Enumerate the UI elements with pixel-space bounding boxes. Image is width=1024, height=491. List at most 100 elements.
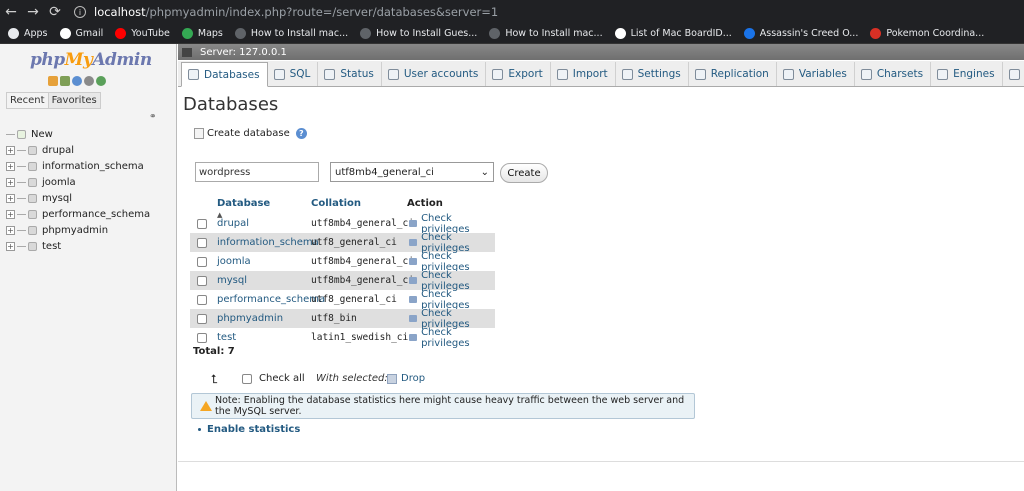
- bookmark-item[interactable]: How to Install Gues...: [360, 28, 477, 39]
- phpmyadmin-logo[interactable]: phpMyAdmin: [30, 50, 152, 70]
- tab-databases[interactable]: Databases: [181, 62, 268, 87]
- sql-query-icon[interactable]: [60, 76, 70, 86]
- tab-label: SQL: [289, 68, 311, 80]
- docs-icon[interactable]: [72, 76, 82, 86]
- tree-item-database[interactable]: + joomla: [6, 174, 171, 190]
- tab-import[interactable]: Import: [551, 62, 616, 86]
- expand-icon[interactable]: +: [6, 225, 15, 235]
- tab-engines[interactable]: Engines: [931, 62, 1003, 86]
- tree-item-new[interactable]: New: [6, 126, 171, 142]
- bookmark-label: List of Mac BoardID...: [630, 28, 732, 39]
- drop-button[interactable]: Drop: [387, 373, 425, 384]
- tree-item-label[interactable]: information_schema: [42, 161, 144, 172]
- database-name-link[interactable]: joomla: [217, 256, 251, 267]
- tab-favorites[interactable]: Favorites: [48, 92, 101, 109]
- back-arrow-icon[interactable]: ←: [0, 0, 22, 24]
- tab-status[interactable]: Status: [318, 62, 382, 86]
- tree-item-database[interactable]: + performance_schema: [6, 206, 171, 222]
- tree-item-database[interactable]: + test: [6, 238, 171, 254]
- check-all[interactable]: Check all: [242, 373, 305, 384]
- tree-item-database[interactable]: + information_schema: [6, 158, 171, 174]
- row-checkbox[interactable]: [197, 275, 207, 286]
- row-checkbox[interactable]: [197, 294, 207, 305]
- collation-cell: utf8mb4_general_ci: [311, 218, 414, 229]
- bookmark-item[interactable]: Pokemon Coordina...: [870, 28, 984, 39]
- settings-gear-icon[interactable]: [84, 76, 94, 86]
- row-checkbox[interactable]: [197, 237, 207, 248]
- page-title: Databases: [183, 94, 279, 115]
- collation-select[interactable]: utf8mb4_general_ci ⌄: [330, 162, 494, 182]
- expand-icon[interactable]: +: [6, 193, 15, 203]
- tab-user-accounts[interactable]: User accounts: [382, 62, 487, 86]
- database-name-link[interactable]: mysql: [217, 275, 247, 286]
- expand-icon[interactable]: +: [6, 145, 15, 155]
- help-icon[interactable]: ?: [295, 128, 307, 139]
- tab-charsets[interactable]: Charsets: [855, 62, 932, 86]
- tree-item-database[interactable]: + mysql: [6, 190, 171, 206]
- database-name-link[interactable]: drupal: [217, 218, 249, 229]
- expand-icon[interactable]: +: [6, 161, 15, 171]
- expand-icon[interactable]: +: [6, 209, 15, 219]
- check-all-label[interactable]: Check all: [259, 373, 305, 384]
- database-name-link[interactable]: information_schema: [217, 237, 319, 248]
- tab-label: Replication: [710, 68, 769, 80]
- tree-item-label[interactable]: New: [31, 129, 53, 140]
- tree-item-label[interactable]: mysql: [42, 193, 72, 204]
- database-icon: [28, 177, 37, 187]
- row-checkbox[interactable]: [197, 218, 207, 229]
- bookmark-item[interactable]: Apps: [8, 28, 48, 39]
- bookmark-item[interactable]: YouTube: [115, 28, 170, 39]
- row-checkbox[interactable]: [197, 256, 207, 267]
- tree-item-database[interactable]: + phpmyadmin: [6, 222, 171, 238]
- divider: [178, 461, 1024, 462]
- info-icon[interactable]: i: [74, 6, 86, 18]
- check-privileges-link[interactable]: Check privileges: [409, 327, 495, 349]
- tree-item-label[interactable]: joomla: [42, 177, 76, 188]
- address-bar[interactable]: i localhost/phpmyadmin/index.php?route=/…: [74, 5, 498, 19]
- bookmark-item[interactable]: How to Install mac...: [489, 28, 603, 39]
- expand-icon[interactable]: +: [6, 177, 15, 187]
- reload-icon[interactable]: ⟳: [44, 0, 66, 24]
- row-checkbox[interactable]: [197, 332, 207, 343]
- expand-icon[interactable]: +: [6, 241, 15, 251]
- tab-recent[interactable]: Recent: [6, 92, 49, 109]
- bookmark-item[interactable]: Assassin's Creed O...: [743, 28, 858, 39]
- tree-item-label[interactable]: drupal: [42, 145, 74, 156]
- server-label[interactable]: Server: 127.0.0.1: [200, 47, 287, 58]
- sql-icon: [273, 68, 285, 80]
- tab-plugins[interactable]: Plugins: [1003, 62, 1024, 86]
- home-icon[interactable]: [48, 76, 58, 86]
- tab-replication[interactable]: Replication: [689, 62, 777, 86]
- bookmark-item[interactable]: How to Install mac...: [234, 28, 348, 39]
- database-name-link[interactable]: test: [217, 332, 236, 343]
- tree-item-label[interactable]: phpmyadmin: [42, 225, 108, 236]
- column-header-database-label: Database: [217, 198, 271, 209]
- enable-statistics-link[interactable]: Enable statistics: [207, 424, 300, 435]
- apps-grid-icon: [8, 28, 19, 39]
- forward-arrow-icon[interactable]: →: [22, 0, 44, 24]
- create-button[interactable]: Create: [500, 163, 548, 183]
- column-header-database[interactable]: Database ▲: [217, 198, 271, 219]
- globe-icon: [234, 28, 246, 39]
- tree-item-database[interactable]: + drupal: [6, 142, 171, 158]
- database-name-link[interactable]: performance_schema: [217, 294, 325, 305]
- tab-settings[interactable]: Settings: [616, 62, 689, 86]
- link-with-main-icon[interactable]: ⚭: [149, 112, 157, 122]
- tree-item-label[interactable]: test: [42, 241, 61, 252]
- reload-nav-icon[interactable]: [96, 76, 106, 86]
- database-name-link[interactable]: phpmyadmin: [217, 313, 283, 324]
- bookmark-item[interactable]: Maps: [181, 28, 223, 39]
- tab-export[interactable]: Export: [486, 62, 551, 86]
- google-icon: [59, 28, 71, 39]
- bookmark-item[interactable]: Gmail: [59, 28, 103, 39]
- check-all-checkbox[interactable]: [242, 373, 252, 384]
- tree-line: [17, 213, 26, 215]
- tab-sql[interactable]: SQL: [268, 62, 319, 86]
- bookmark-item[interactable]: List of Mac BoardID...: [614, 28, 732, 39]
- column-header-collation[interactable]: Collation: [311, 198, 361, 212]
- tree-item-label[interactable]: performance_schema: [42, 209, 150, 220]
- tab-variables[interactable]: Variables: [777, 62, 855, 86]
- import-icon: [556, 68, 568, 80]
- database-name-input[interactable]: [195, 162, 319, 182]
- row-checkbox[interactable]: [197, 313, 207, 324]
